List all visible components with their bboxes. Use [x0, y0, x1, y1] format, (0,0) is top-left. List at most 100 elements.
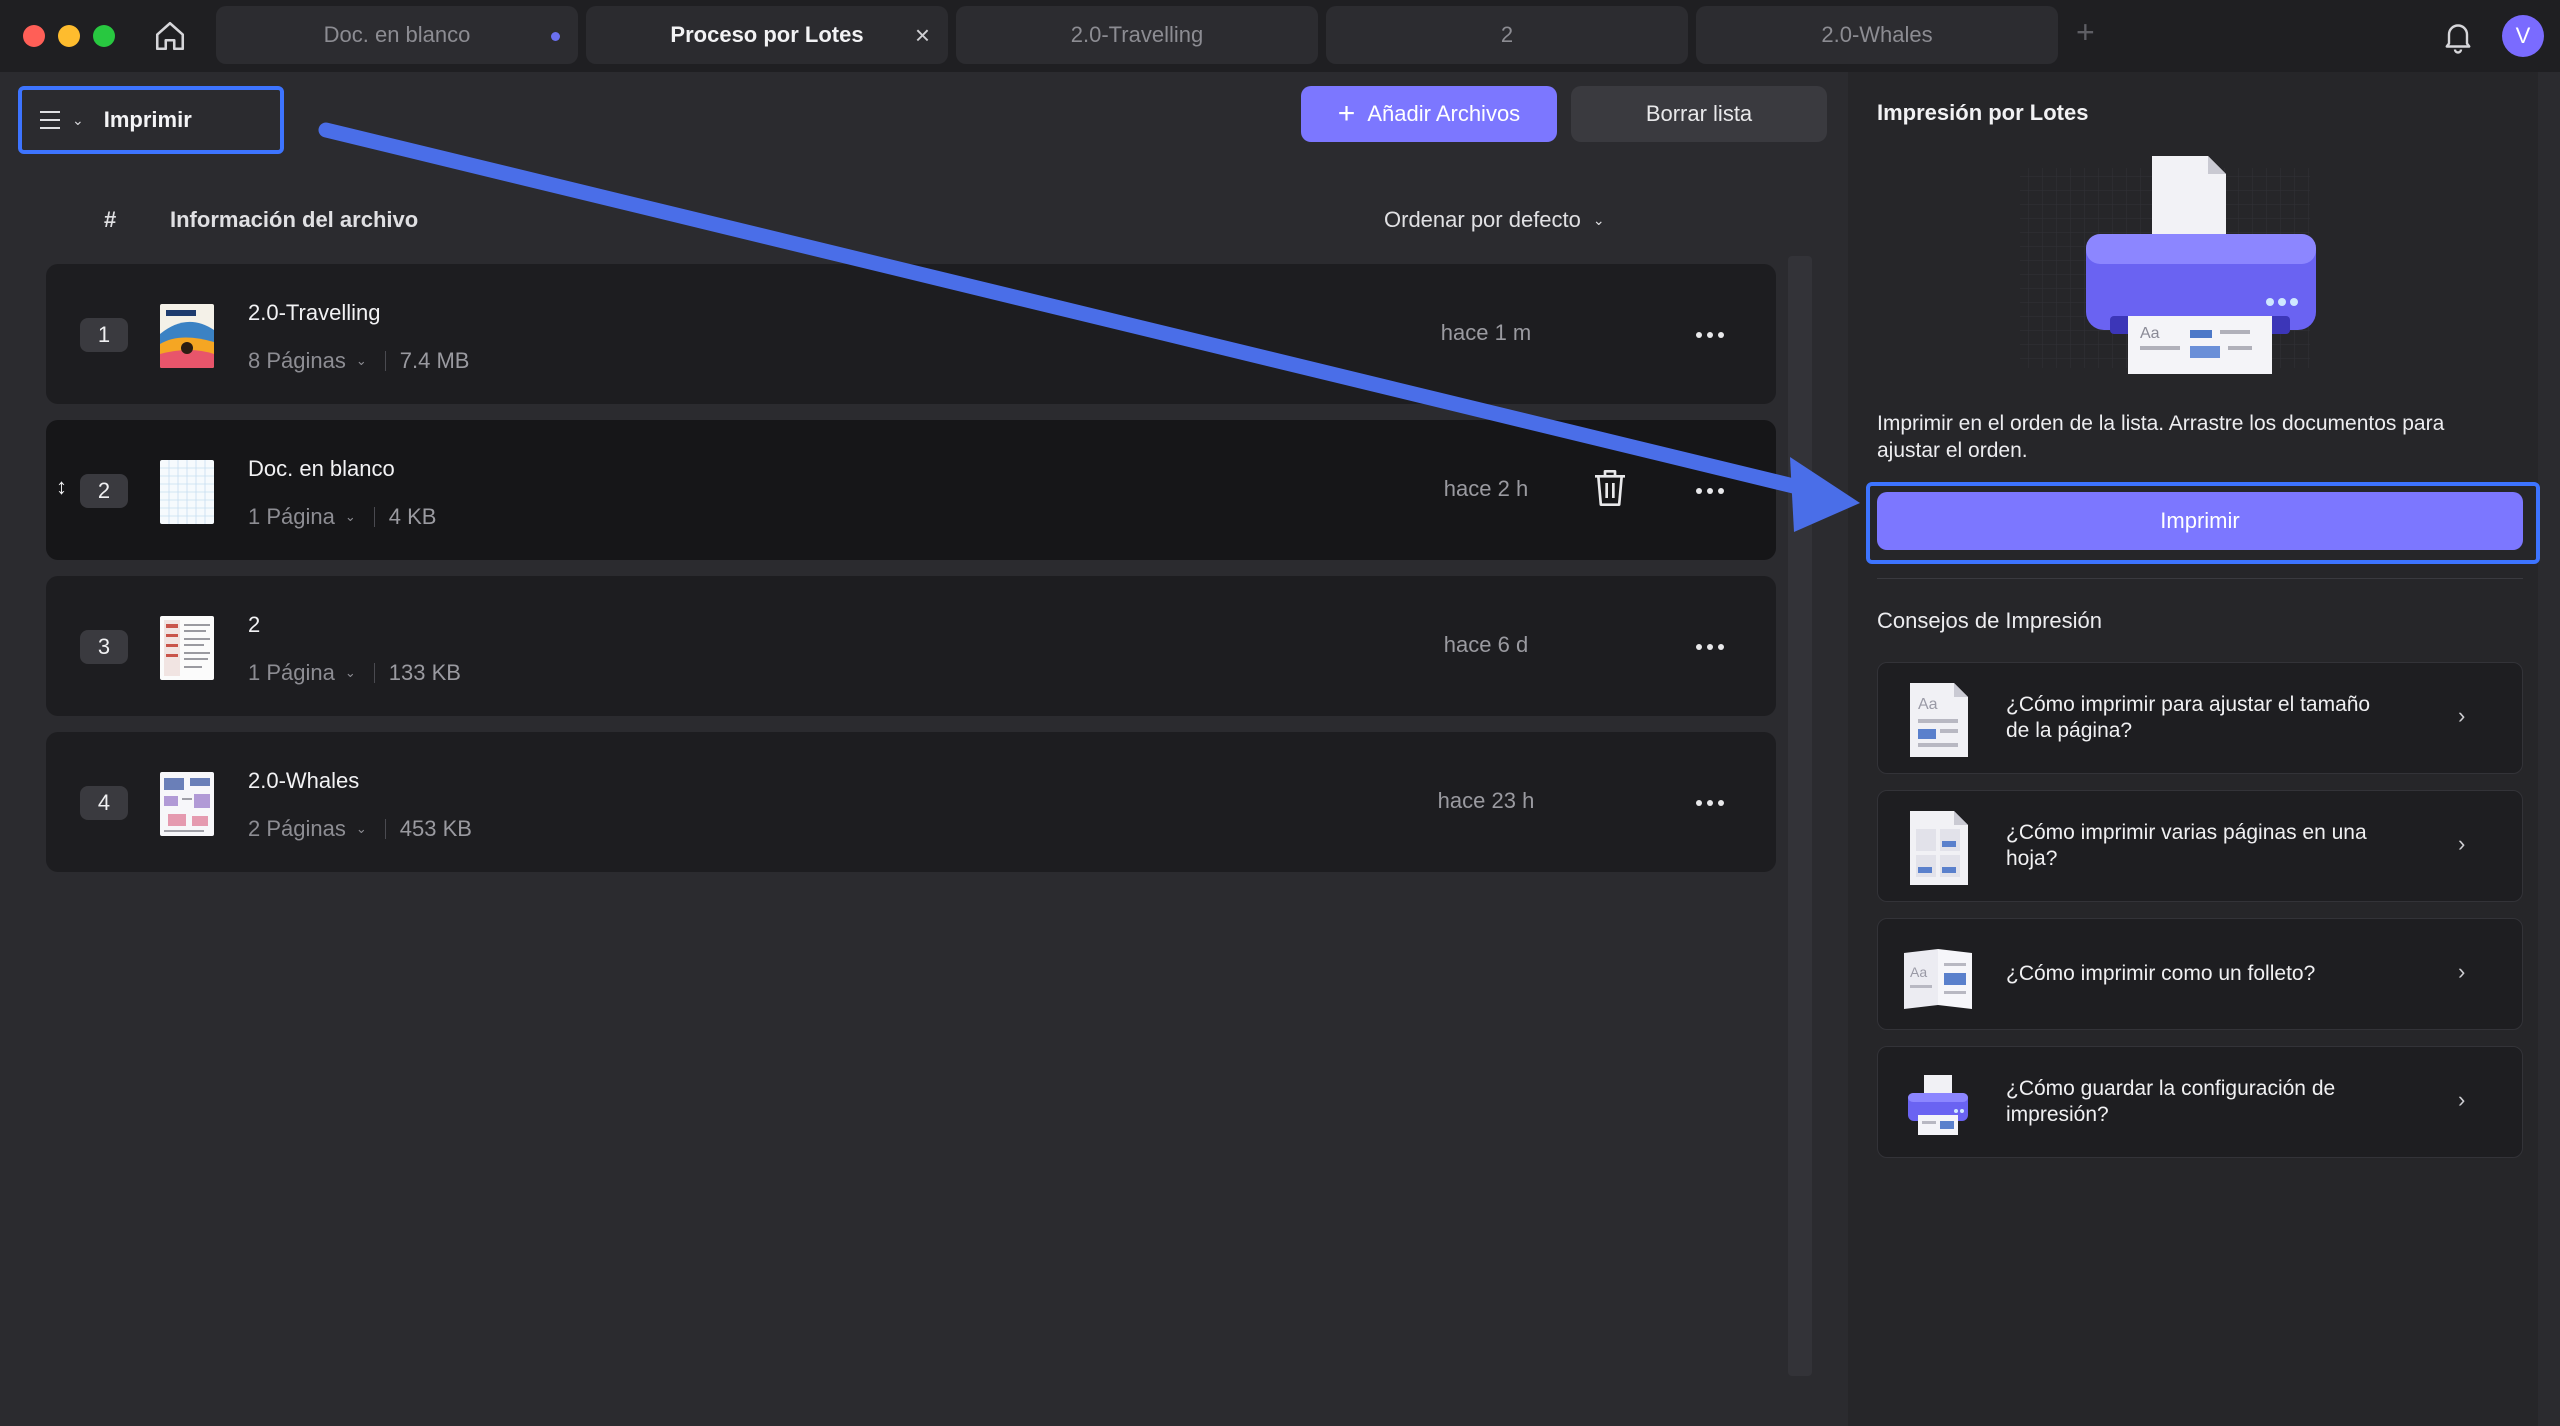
tips-title: Consejos de Impresión	[1877, 608, 2103, 633]
row-number: 1	[80, 318, 128, 352]
home-icon	[155, 21, 185, 51]
row-number: 2	[80, 474, 128, 508]
tab-label: 2.0-Travelling	[1070, 22, 1204, 47]
bell-icon[interactable]	[2440, 18, 2476, 54]
tip-text: ¿Cómo imprimir varias páginas en una hoj…	[2006, 821, 2367, 870]
file-thumbnail	[160, 616, 214, 680]
unsaved-dot-icon	[551, 32, 560, 41]
close-window-button[interactable]	[23, 25, 45, 47]
clear-list-button[interactable]: Borrar lista	[1571, 86, 1827, 142]
file-row[interactable]: 4 2.0-Whales 2 Páginas ⌄ 453 KB hace 23 …	[46, 732, 1776, 872]
file-thumbnail	[160, 460, 214, 524]
home-button[interactable]	[150, 16, 190, 56]
more-options-button[interactable]	[1686, 474, 1734, 508]
zoom-window-button[interactable]	[93, 25, 115, 47]
file-name: 2	[248, 612, 261, 637]
print-button[interactable]: Imprimir	[1877, 492, 2523, 550]
more-options-button[interactable]	[1686, 630, 1734, 664]
chevron-down-icon: ⌄	[344, 509, 356, 524]
minimize-window-button[interactable]	[58, 25, 80, 47]
row-number: 3	[80, 630, 128, 664]
chevron-down-icon: ⌄	[355, 353, 367, 368]
svg-text:Aa: Aa	[1910, 964, 1927, 980]
printer-illustration-icon: Aa	[2020, 156, 2316, 374]
file-meta: 1 Página ⌄ 133 KB	[248, 660, 461, 686]
column-header-number: #	[104, 207, 117, 232]
chevron-right-icon: ›	[2458, 831, 2466, 856]
chevron-down-icon: ⌄	[355, 821, 367, 836]
avatar[interactable]: V	[2502, 15, 2544, 57]
add-files-button[interactable]: + Añadir Archivos	[1301, 86, 1557, 142]
multi-page-doc-icon	[1910, 811, 1968, 885]
mode-menu-label: Imprimir	[103, 107, 192, 132]
add-files-label: Añadir Archivos	[1367, 101, 1521, 126]
file-size: 453 KB	[399, 816, 472, 841]
file-meta: 8 Páginas ⌄ 7.4 MB	[248, 348, 469, 374]
chevron-down-icon: ⌄	[72, 111, 84, 128]
app-window: Doc. en blanco Proceso por Lotes × 2.0-T…	[0, 0, 2560, 1426]
more-dots-icon	[1696, 644, 1702, 650]
mode-menu-button[interactable]: ⌄ Imprimir	[18, 86, 284, 154]
tab-whales[interactable]: 2.0-Whales	[1696, 6, 2058, 64]
file-meta: 2 Páginas ⌄ 453 KB	[248, 816, 472, 842]
tab-proceso-por-lotes[interactable]: Proceso por Lotes ×	[586, 6, 948, 64]
booklet-icon: Aa	[1904, 949, 1972, 1009]
tab-label: Doc. en blanco	[323, 22, 471, 47]
tip-text: ¿Cómo guardar la configuración de impres…	[2006, 1077, 2336, 1126]
more-dots-icon	[1696, 800, 1702, 806]
divider	[373, 663, 375, 683]
chevron-down-icon: ⌄	[344, 665, 356, 680]
file-size: 4 KB	[388, 504, 437, 529]
chevron-right-icon: ›	[2458, 959, 2466, 984]
file-time: hace 6 d	[1443, 632, 1529, 657]
drag-handle-icon[interactable]: ↕	[56, 474, 67, 500]
svg-text:Aa: Aa	[1918, 696, 1938, 713]
list-scrollbar[interactable]	[1788, 256, 1812, 1376]
trash-icon[interactable]	[1590, 466, 1630, 510]
tab-label: 2	[1500, 22, 1514, 47]
file-thumbnail	[160, 772, 214, 836]
file-row[interactable]: ↕ 2 Doc. en blanco 1 Página ⌄ 4 KB hace …	[46, 420, 1776, 560]
divider	[384, 819, 386, 839]
page-count-dropdown[interactable]: 1 Página	[248, 660, 335, 686]
file-row[interactable]: 1 2.0-Travelling 8 Páginas ⌄ 7.4 MB hace…	[46, 264, 1776, 404]
file-name: 2.0-Travelling	[248, 300, 381, 325]
column-header-file-info: Información del archivo	[170, 207, 419, 232]
tab-label: 2.0-Whales	[1821, 22, 1933, 47]
page-count-dropdown[interactable]: 8 Páginas	[248, 348, 346, 374]
new-tab-button[interactable]: +	[2076, 14, 2095, 51]
tip-item[interactable]: ¿Cómo guardar la configuración de impres…	[1877, 1046, 2523, 1158]
hamburger-menu-icon	[38, 106, 66, 134]
divider	[373, 507, 375, 527]
tip-item[interactable]: Aa ¿Cómo imprimir para ajustar el tamaño…	[1877, 662, 2523, 774]
file-thumbnail	[160, 304, 214, 368]
sort-dropdown[interactable]: Ordenar por defecto ⌄	[1384, 207, 1605, 233]
tab-doc-en-blanco[interactable]: Doc. en blanco	[216, 6, 578, 64]
tip-item[interactable]: Aa ¿Cómo imprimir como un folleto? ›	[1877, 918, 2523, 1030]
divider	[384, 351, 386, 371]
plus-icon: +	[1337, 97, 1356, 130]
tab-label: Proceso por Lotes	[670, 22, 864, 47]
file-size: 7.4 MB	[399, 348, 470, 373]
chevron-right-icon: ›	[2458, 1087, 2466, 1112]
panel-title: Impresión por Lotes	[1877, 100, 2089, 125]
file-size: 133 KB	[388, 660, 461, 685]
more-options-button[interactable]	[1686, 786, 1734, 820]
tab-2[interactable]: 2	[1326, 6, 1688, 64]
title-bar: Doc. en blanco Proceso por Lotes × 2.0-T…	[0, 0, 2560, 72]
page-count-dropdown[interactable]: 1 Página	[248, 504, 335, 530]
file-row[interactable]: 3 2 1 Página ⌄ 133 KB hace 6 d	[46, 576, 1776, 716]
more-options-button[interactable]	[1686, 318, 1734, 352]
tip-text: ¿Cómo imprimir como un folleto?	[2006, 962, 2316, 985]
chevron-right-icon: ›	[2458, 703, 2466, 728]
file-time: hace 23 h	[1437, 788, 1535, 813]
file-time: hace 2 h	[1443, 476, 1529, 501]
close-tab-icon[interactable]: ×	[915, 20, 930, 51]
printer-icon	[1908, 1075, 1968, 1135]
page-count-dropdown[interactable]: 2 Páginas	[248, 816, 346, 842]
tip-item[interactable]: ¿Cómo imprimir varias páginas en una hoj…	[1877, 790, 2523, 902]
svg-text:Aa: Aa	[2140, 325, 2160, 342]
tab-travelling[interactable]: 2.0-Travelling	[956, 6, 1318, 64]
more-dots-icon	[1696, 332, 1702, 338]
panel-description: Imprimir en el orden de la lista. Arrast…	[1877, 412, 2445, 462]
